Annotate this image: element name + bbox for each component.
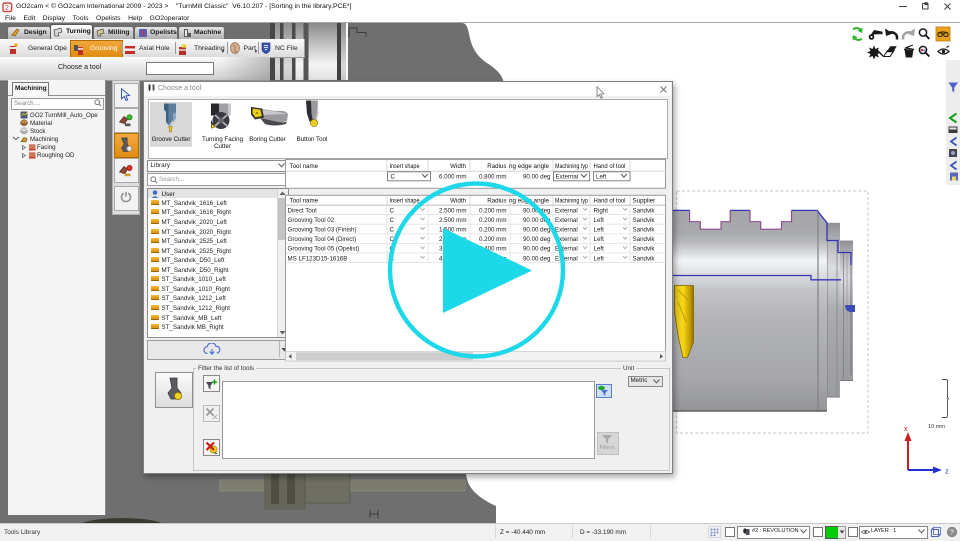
svg-text:Sandvik: Sandvik	[633, 217, 656, 224]
svg-text:Sandvik: Sandvik	[633, 255, 656, 262]
svg-text:Radius: Radius	[487, 163, 506, 170]
svg-text:Tool name: Tool name	[290, 163, 319, 170]
svg-text:Grooving Tool 05 (Opelist): Grooving Tool 05 (Opelist)	[288, 246, 360, 253]
svg-text:z: z	[945, 467, 949, 476]
svg-text:Sandvik: Sandvik	[633, 207, 656, 214]
svg-text:MS LF123D15-1616B: MS LF123D15-1616B	[288, 255, 348, 262]
svg-text:Machining typ: Machining typ	[555, 163, 588, 170]
svg-text:Hand of tool: Hand of tool	[594, 163, 626, 170]
svg-text:Sandvik: Sandvik	[633, 236, 656, 243]
svg-text:Left: Left	[594, 246, 605, 253]
svg-text:Supplier: Supplier	[633, 198, 656, 205]
svg-text:Grooving Tool 03 (Finish): Grooving Tool 03 (Finish)	[288, 227, 357, 234]
svg-text:Right: Right	[594, 207, 609, 214]
svg-text:Direct Tool: Direct Tool	[288, 207, 317, 214]
svg-text:Left: Left	[594, 236, 605, 243]
svg-text:Grooving Tool 02: Grooving Tool 02	[288, 217, 335, 224]
svg-text:Left: Left	[596, 174, 607, 181]
svg-text:Left: Left	[594, 227, 605, 234]
svg-text:ng edge angle: ng edge angle	[509, 163, 550, 170]
svg-text:Grooving Tool 04 (Direct): Grooving Tool 04 (Direct)	[288, 236, 357, 243]
svg-text:Width: Width	[450, 163, 466, 170]
svg-text:Insert shape: Insert shape	[390, 163, 420, 170]
svg-text:10 mm: 10 mm	[928, 424, 945, 430]
svg-text:Tool name: Tool name	[290, 198, 319, 205]
svg-text:Left: Left	[594, 255, 605, 262]
svg-text:Sandvik: Sandvik	[633, 227, 656, 234]
svg-text:x: x	[904, 426, 908, 433]
svg-text:Hand of tool: Hand of tool	[594, 198, 626, 205]
svg-text:?: ?	[950, 527, 954, 536]
svg-text:Sandvik: Sandvik	[633, 246, 656, 253]
svg-text:2: 2	[5, 5, 9, 12]
svg-text:Left: Left	[594, 217, 605, 224]
